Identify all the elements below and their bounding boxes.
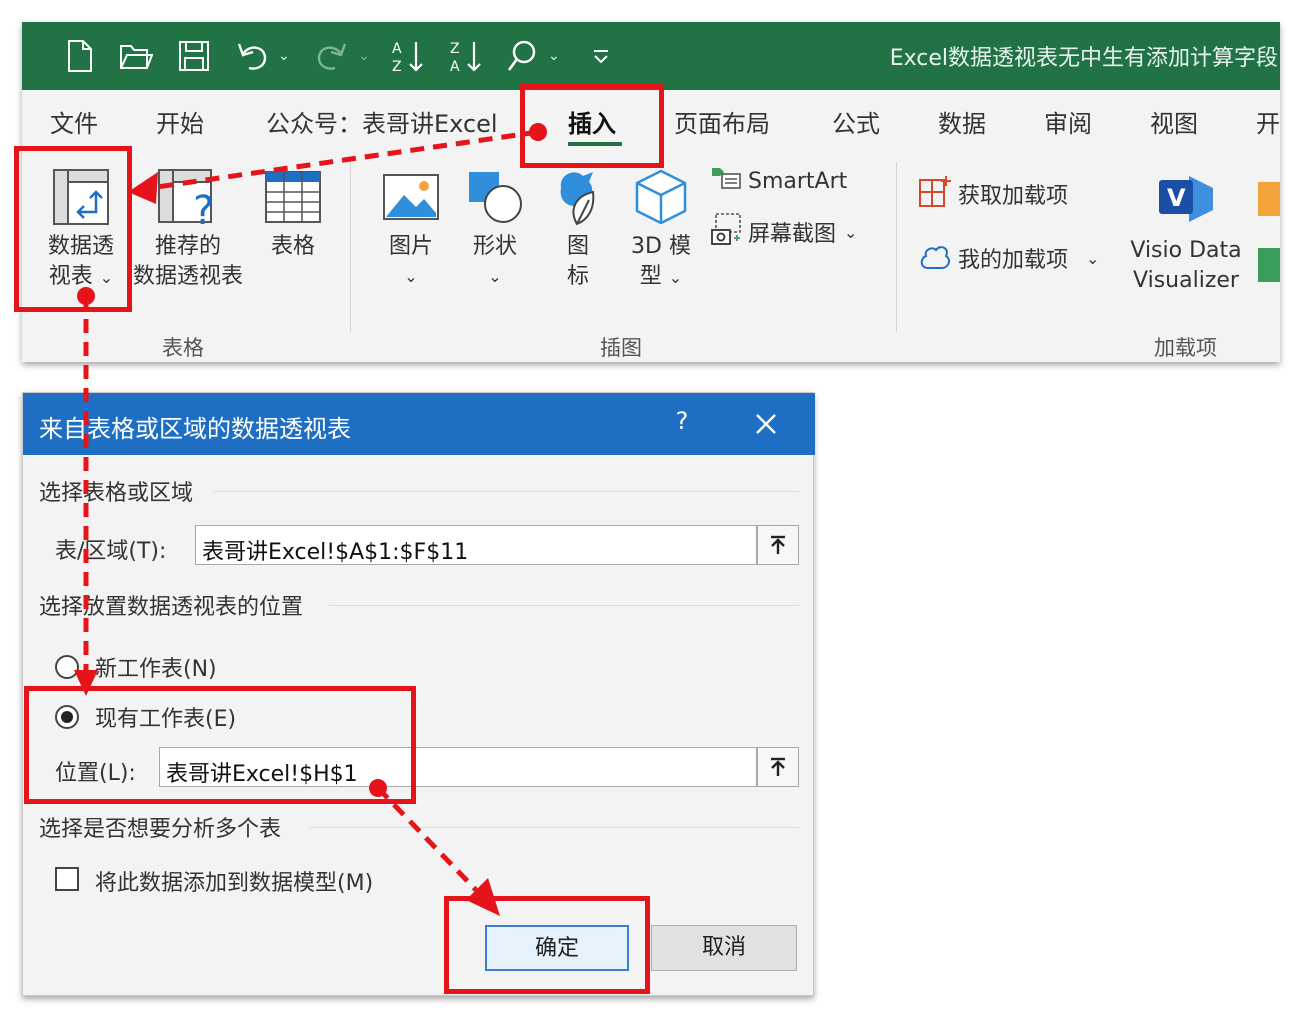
arrow-insert-to-pivot (128, 123, 547, 204)
arrow-pivot-to-existing (74, 287, 98, 696)
arrow-location-to-ok (369, 779, 500, 916)
annotation-arrows (74, 123, 547, 916)
